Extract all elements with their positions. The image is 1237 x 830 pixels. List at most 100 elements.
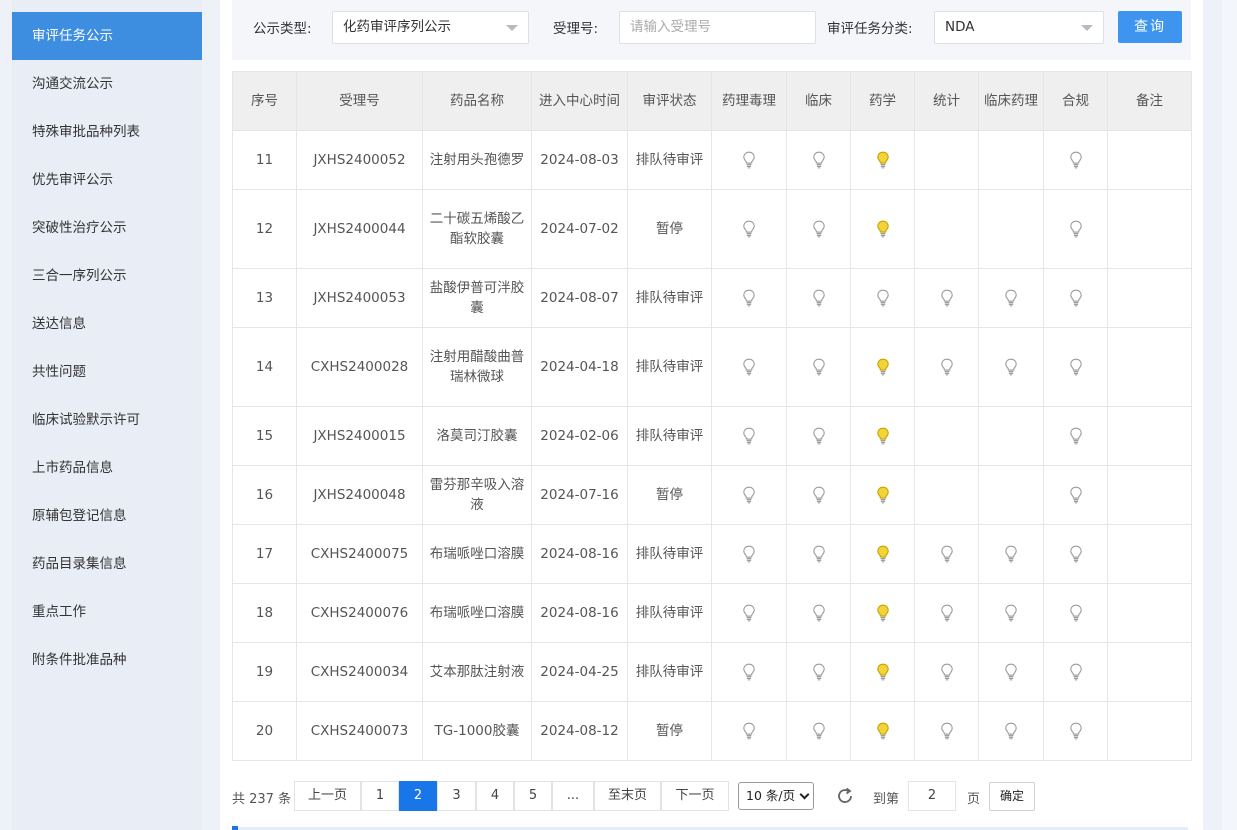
cell-review-light [1043,701,1108,761]
cell-review-light [711,327,787,407]
table-row[interactable]: 15 JXHS2400015 洛莫司汀胶囊 2024-02-06 排队待审评 [232,406,1192,466]
sidebar-item-12[interactable]: 重点工作 [12,588,202,636]
sidebar-item-0[interactable]: 审评任务公示 [12,12,202,60]
cell-review-light [850,268,915,328]
table-row[interactable]: 19 CXHS2400034 艾本那肽注射液 2024-04-25 排队待审评 [232,642,1192,702]
cell-date: 2024-02-06 [531,406,628,466]
sidebar-item-8[interactable]: 临床试验默示许可 [12,396,202,444]
bulb-off-icon [743,722,755,740]
category-select[interactable]: NDA [934,11,1104,44]
table-row[interactable]: 16 JXHS2400048 雷芬那辛吸入溶液 2024-07-16 暂停 [232,465,1192,525]
review-task-table: 序号 受理号 药品名称 进入中心时间 审评状态 药理毒理 临床 药学 统计 临床药理 合规 备注 11… [232,71,1192,761]
column-header: 备注 [1107,71,1192,131]
cell-status: 暂停 [627,701,712,761]
table-row[interactable]: 13 JXHS2400053 盐酸伊普可泮胶囊 2024-08-07 排队待审评 [232,268,1192,328]
page-button[interactable]: 1 [361,781,399,811]
type-select[interactable]: 化药审评序列公示 [332,11,529,44]
cell-review-light [914,268,979,328]
cell-id: JXHS2400015 [296,406,423,466]
table-row[interactable]: 17 CXHS2400075 布瑞哌唑口溶膜 2024-08-16 排队待审评 [232,524,1192,584]
sidebar-item-3[interactable]: 优先审评公示 [12,156,202,204]
cell-date: 2024-08-16 [531,524,628,584]
page-button[interactable]: 3 [437,781,476,811]
sidebar-item-6[interactable]: 送达信息 [12,300,202,348]
cell-review-light [850,642,915,702]
cell-remark [1107,130,1192,190]
cell-review-light [1043,583,1108,643]
bulb-on-icon [876,358,889,376]
cell-review-light [914,642,979,702]
column-header: 药品名称 [422,71,532,131]
bulb-off-icon [812,289,825,307]
cell-review-light [786,130,851,190]
sidebar-item-1[interactable]: 沟通交流公示 [12,60,202,108]
cell-review-light [786,524,851,584]
cell-remark [1107,524,1192,584]
goto-page-input[interactable]: 2 [908,781,956,811]
cell-id: CXHS2400028 [296,327,423,407]
table-row[interactable]: 20 CXHS2400073 TG-1000胶囊 2024-08-12 暂停 [232,701,1192,761]
cell-name: 布瑞哌唑口溶膜 [422,583,532,643]
sidebar-item-11[interactable]: 药品目录集信息 [12,540,202,588]
column-header: 药学 [850,71,915,131]
confirm-button[interactable]: 确定 [989,782,1035,811]
bulb-off-icon [1005,358,1017,376]
cell-review-light [978,406,1044,466]
page-size-select[interactable]: 10 条/页 [738,782,814,810]
type-label: 公示类型: [253,21,312,37]
bulb-off-icon [743,358,755,376]
table-row[interactable]: 11 JXHS2400052 注射用头孢德罗 2024-08-03 排队待审评 [232,130,1192,190]
cell-no: 19 [232,642,297,702]
bulb-off-icon [812,220,825,238]
accept-number-input[interactable]: 请输入受理号 [619,11,816,44]
bulb-off-icon [1069,486,1082,504]
page-button[interactable]: 5 [514,781,552,811]
cell-review-light [850,701,915,761]
bulb-off-icon [940,604,953,622]
page-button[interactable]: 2 [399,781,437,811]
bulb-on-icon [876,722,889,740]
sidebar-item-7[interactable]: 共性问题 [12,348,202,396]
bulb-off-icon [940,358,953,376]
last-page-button[interactable]: 至末页 [594,781,661,811]
next-page-button[interactable]: 下一页 [661,781,729,811]
refresh-icon[interactable] [835,786,855,806]
table-row[interactable]: 14 CXHS2400028 注射用醋酸曲普瑞林微球 2024-04-18 排队待审评 [232,327,1192,407]
cell-review-light [786,327,851,407]
cell-review-light [914,583,979,643]
bulb-on-icon [876,151,889,169]
page-size-value: 10 条/页 [746,788,796,803]
cell-review-light [1043,268,1108,328]
cell-review-light [914,524,979,584]
cell-review-light [914,327,979,407]
cell-no: 16 [232,465,297,525]
page-button[interactable]: 4 [476,781,514,811]
cell-review-light [786,465,851,525]
cell-review-light [850,465,915,525]
cell-date: 2024-08-03 [531,130,628,190]
cell-no: 17 [232,524,297,584]
cell-review-light [1043,524,1108,584]
cell-name: 盐酸伊普可泮胶囊 [422,268,532,328]
table-row[interactable]: 18 CXHS2400076 布瑞哌唑口溶膜 2024-08-16 排队待审评 [232,583,1192,643]
cell-review-light [711,268,787,328]
sidebar-item-10[interactable]: 原辅包登记信息 [12,492,202,540]
page-button[interactable]: ... [552,781,594,811]
prev-page-button[interactable]: 上一页 [294,781,361,811]
bulb-off-icon [743,220,755,238]
bulb-off-icon [812,545,825,563]
cell-review-light [850,327,915,407]
sidebar-item-2[interactable]: 特殊审批品种列表 [12,108,202,156]
sidebar-item-13[interactable]: 附条件批准品种 [12,636,202,684]
sidebar-item-9[interactable]: 上市药品信息 [12,444,202,492]
cell-status: 排队待审评 [627,327,712,407]
column-header: 临床药理 [978,71,1044,131]
pagination: 共 237 条 上一页 1 2 3 4 5... 至末页 下一页 10 条/页 到第 2… [232,781,1191,811]
cell-id: CXHS2400076 [296,583,423,643]
sidebar-item-5[interactable]: 三合一序列公示 [12,252,202,300]
table-row[interactable]: 12 JXHS2400044 二十碳五烯酸乙酯软胶囊 2024-07-02 暂停 [232,189,1192,269]
column-header: 进入中心时间 [531,71,628,131]
query-button[interactable]: 查询 [1118,11,1182,43]
sidebar-item-4[interactable]: 突破性治疗公示 [12,204,202,252]
cell-review-light [978,642,1044,702]
